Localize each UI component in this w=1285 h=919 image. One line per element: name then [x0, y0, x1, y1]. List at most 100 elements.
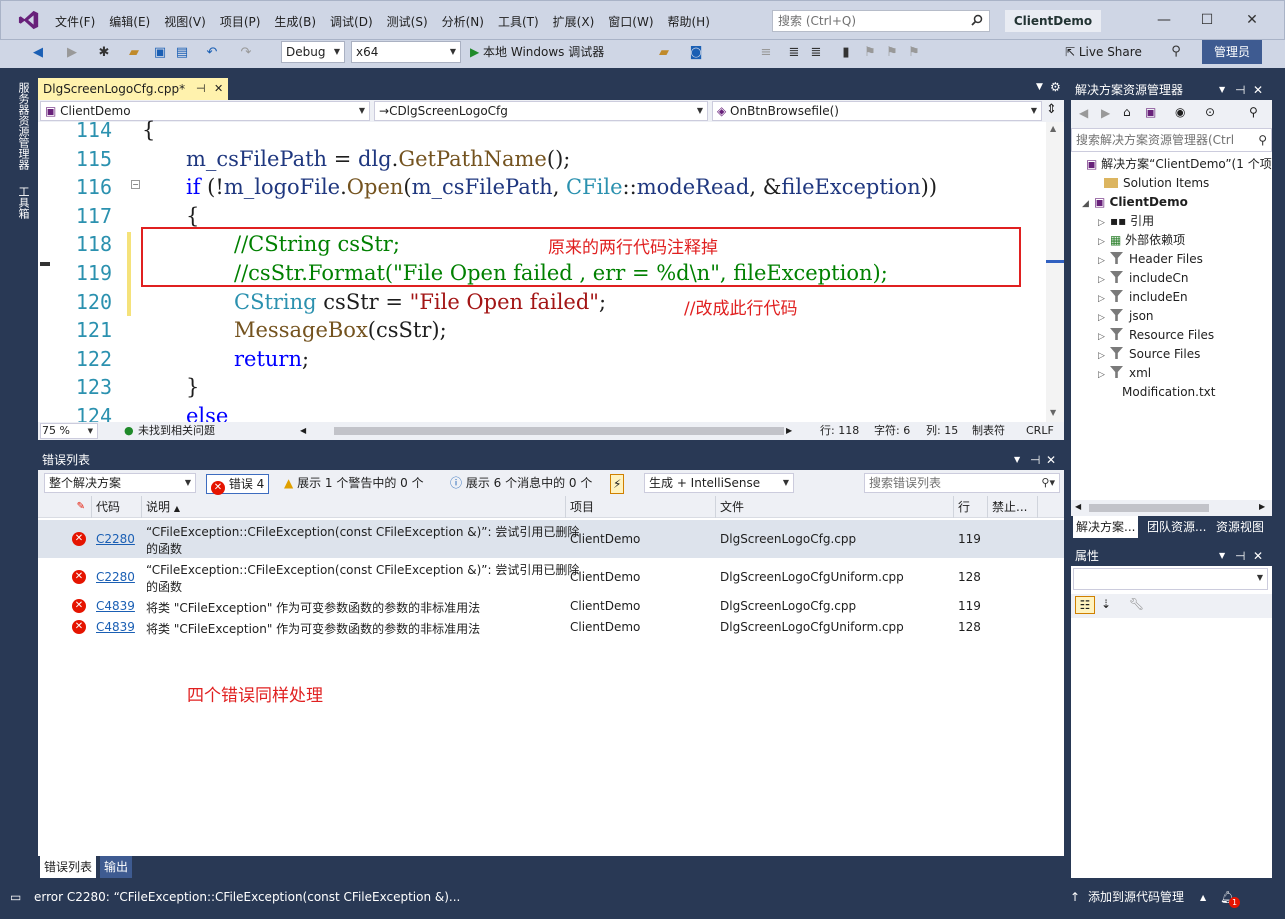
nav-class-select[interactable]: →CDlgScreenLogoCfg ▼	[374, 101, 708, 121]
pin-icon[interactable]: ⊣	[1235, 546, 1245, 566]
uncomment-icon[interactable]: ≣	[808, 45, 824, 61]
tree-item-filter[interactable]: ▷ xml	[1098, 364, 1151, 383]
home-icon[interactable]: ⌂	[1123, 105, 1131, 119]
feedback-icon[interactable]: ⚲	[1168, 44, 1184, 60]
menu-file[interactable]: 文件(F)	[48, 12, 102, 32]
menu-window[interactable]: 窗口(W)	[601, 12, 660, 32]
collapsed-arrow-icon[interactable]: ▷	[1098, 366, 1110, 385]
tree-item-filter[interactable]: ▷ includeCn	[1098, 269, 1188, 288]
close-panel-icon[interactable]: ✕	[1046, 450, 1056, 470]
property-pages-icon[interactable]: 🔧︎	[1129, 597, 1144, 611]
menu-build[interactable]: 生成(B)	[267, 12, 323, 32]
close-panel-icon[interactable]: ✕	[1253, 80, 1263, 100]
error-code-link[interactable]: C2280	[96, 570, 135, 584]
forward-icon[interactable]: ▶	[64, 45, 80, 61]
build-filter-select[interactable]: 生成 + IntelliSense ▼	[644, 473, 794, 493]
messages-filter-button[interactable]: ⓘ 展示 6 个消息中的 0 个	[446, 474, 596, 494]
minimize-icon[interactable]: —	[1150, 8, 1178, 32]
horizontal-scrollbar[interactable]	[334, 427, 784, 435]
format-icon[interactable]: ≡	[758, 45, 774, 61]
warnings-filter-button[interactable]: ▲ 展示 1 个警告中的 0 个	[280, 474, 428, 494]
admin-badge[interactable]: 管理员	[1202, 40, 1262, 64]
tab-output[interactable]: 输出	[100, 856, 133, 878]
chevron-down-icon[interactable]: ▼	[1014, 450, 1020, 470]
menu-project[interactable]: 项目(P)	[213, 12, 268, 32]
chevron-down-icon[interactable]: ▼	[1219, 546, 1225, 566]
filter-toggle-icon[interactable]: ⚡	[610, 474, 625, 494]
show-all-files-icon[interactable]: ◉	[1175, 105, 1185, 119]
error-scope-select[interactable]: 整个解决方案 ▼	[44, 473, 196, 493]
column-file[interactable]: 文件	[716, 496, 954, 518]
tree-item-filter[interactable]: ▷ includeEn	[1098, 288, 1188, 307]
start-debugger-button[interactable]: ▶ 本地 Windows 调试器	[470, 43, 604, 61]
properties-object-select[interactable]: ▼	[1073, 568, 1268, 590]
properties-icon[interactable]: ⚲	[1249, 105, 1258, 119]
tab-solution-explorer[interactable]: 解决方案...	[1073, 516, 1139, 538]
column-suppression[interactable]: 禁止...	[988, 496, 1038, 518]
tree-solution[interactable]: ▣ 解决方案“ClientDemo”(1 个项	[1086, 155, 1272, 174]
save-all-icon[interactable]: ▤	[174, 45, 190, 61]
scroll-right-icon[interactable]: ▶	[1259, 502, 1265, 511]
scroll-down-icon[interactable]: ▼	[1050, 408, 1056, 417]
scroll-up-icon[interactable]: ▲	[1050, 124, 1056, 133]
tree-item-filter[interactable]: ▷ Resource Files	[1098, 326, 1214, 345]
bookmark-icon[interactable]: ▮	[838, 45, 854, 61]
pending-changes-icon[interactable]: ⊙	[1205, 105, 1215, 119]
errors-filter-button[interactable]: ✕ 错误 4	[206, 474, 270, 495]
menu-analyze[interactable]: 分析(N)	[435, 12, 491, 32]
menu-tools[interactable]: 工具(T)	[491, 12, 546, 32]
column-project[interactable]: 项目	[566, 496, 716, 518]
live-share-button[interactable]: ⇱ Live Share	[1065, 44, 1142, 60]
solution-horizontal-scrollbar[interactable]: ◀ ▶	[1071, 500, 1272, 516]
editor-vertical-scrollbar[interactable]: ▲ ▼	[1046, 122, 1064, 422]
tree-item-filter[interactable]: ▷ Header Files	[1098, 250, 1203, 269]
menu-test[interactable]: 测试(S)	[380, 12, 435, 32]
configuration-select[interactable]: Debug ▼	[281, 41, 345, 63]
solution-search-input[interactable]: 搜索解决方案资源管理器(Ctrl ⚲	[1071, 128, 1272, 152]
split-editor-icon[interactable]: ⇕	[1046, 102, 1057, 117]
tree-item-file[interactable]: Modification.txt	[1122, 383, 1215, 402]
back-icon[interactable]: ◀	[30, 45, 46, 61]
tab-team-explorer[interactable]: 团队资源...	[1144, 516, 1209, 538]
scroll-thumb[interactable]	[1089, 504, 1209, 512]
menu-help[interactable]: 帮助(H)	[661, 12, 717, 32]
nav-method-select[interactable]: ◈ OnBtnBrowsefile() ▼	[712, 101, 1042, 121]
column-line[interactable]: 行	[954, 496, 988, 518]
back-icon[interactable]: ◀	[1079, 106, 1088, 120]
collapse-icon[interactable]: −	[131, 180, 140, 189]
column-code[interactable]: 代码	[92, 496, 142, 518]
error-search-input[interactable]: 搜索错误列表 ⚲▾	[864, 473, 1060, 493]
error-code-link[interactable]: C4839	[96, 620, 135, 634]
chevron-up-icon[interactable]: ▲	[1200, 884, 1206, 911]
error-code-link[interactable]: C2280	[96, 532, 135, 546]
new-project-icon[interactable]: ✱	[96, 45, 112, 61]
add-source-control-button[interactable]: 添加到源代码管理	[1088, 884, 1184, 911]
alphabetical-icon[interactable]: ⇣	[1101, 597, 1111, 611]
error-row[interactable]: ✕ C4839 将类 "CFileException" 作为可变参数函数的参数的…	[38, 596, 1064, 617]
screenshot-icon[interactable]: ◙	[688, 45, 704, 61]
column-description[interactable]: 说明 ▲	[142, 496, 566, 518]
tree-item-filter[interactable]: ▷ json	[1098, 307, 1154, 326]
pin-icon[interactable]: ⊣	[1030, 450, 1040, 470]
tree-item-project[interactable]: ◢ ▣ ClientDemo	[1082, 193, 1188, 212]
error-row[interactable]: ✕ C4839 将类 "CFileException" 作为可变参数函数的参数的…	[38, 617, 1064, 638]
categorized-icon[interactable]: ☷	[1075, 596, 1095, 614]
pin-icon[interactable]: ⊣	[196, 78, 206, 100]
save-icon[interactable]: ▣	[152, 45, 168, 61]
redo-icon[interactable]: ↷	[238, 45, 254, 61]
folder-icon[interactable]: ▰	[656, 45, 672, 61]
chevron-down-icon[interactable]: ▼	[1219, 80, 1225, 100]
tree-item-references[interactable]: ▷ ▪▪ 引用	[1098, 212, 1154, 231]
scroll-left-icon[interactable]: ◀	[300, 422, 306, 440]
tab-toolbox[interactable]: 工具箱	[12, 182, 34, 222]
open-file-icon[interactable]: ▰	[126, 45, 142, 61]
line-ending[interactable]: CRLF	[1026, 422, 1054, 440]
severity-column-icon[interactable]: ✎	[38, 496, 92, 518]
prev-bookmark-icon[interactable]: ⚑	[862, 45, 878, 61]
zoom-select[interactable]: 75 % ▼	[40, 423, 98, 439]
error-row[interactable]: ✕ C2280 “CFileException::CFileException(…	[38, 558, 1064, 596]
menu-view[interactable]: 视图(V)	[157, 12, 213, 32]
menu-debug[interactable]: 调试(D)	[323, 12, 380, 32]
undo-icon[interactable]: ↶	[204, 45, 220, 61]
pin-icon[interactable]: ⊣	[1235, 80, 1245, 100]
